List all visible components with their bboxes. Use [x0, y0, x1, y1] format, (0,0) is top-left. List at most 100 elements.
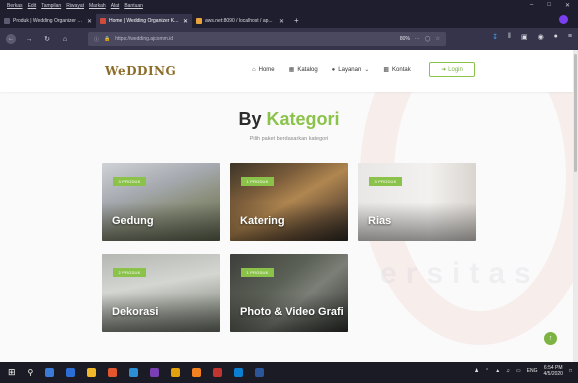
page-favicon-icon [100, 18, 106, 24]
tab-title: aws.net:8090 / localhost / ap... [205, 18, 273, 24]
browser-extension-icons: ↧ ‖ ▣ ◉ ● ≡ [492, 33, 572, 41]
scroll-to-top-button[interactable]: ↑ [544, 332, 557, 345]
product-count-badge: 3 PRODUK [113, 177, 146, 186]
product-count-badge: 1 PRODUK [241, 177, 274, 186]
page-favicon-icon [4, 18, 10, 24]
category-name: Rias [368, 215, 392, 227]
nav-home[interactable]: ⌂ Home [252, 66, 275, 73]
product-count-badge: 3 PRODUK [369, 177, 402, 186]
xampp-taskbar-icon[interactable] [171, 368, 181, 377]
battery-icon[interactable]: ▭ [516, 368, 521, 374]
phpmyadmin-favicon-icon [196, 18, 202, 24]
category-card-dekorasi[interactable]: 2 PRODUK Dekorasi [102, 254, 220, 332]
address-bar[interactable]: ⓘ 🔒 https://wedding.ajcomm.id 80% ⋯ ◯ ☆ [88, 32, 446, 46]
notification-icon[interactable]: □ [569, 368, 572, 374]
site-logo[interactable]: WeDDING [105, 64, 176, 78]
extension-icon[interactable]: ● [554, 33, 558, 41]
login-icon: ➜ [441, 67, 447, 73]
browser-tab-phpmyadmin[interactable]: aws.net:8090 / localhost / ap... ✕ [192, 14, 288, 28]
home-browser-icon[interactable]: ⌂ [60, 36, 70, 43]
tab-title: Home | Wedding Organizer K... [109, 18, 179, 24]
app-taskbar-icon[interactable] [129, 368, 139, 377]
windows-start-icon[interactable]: ⊞ [8, 367, 16, 378]
nav-layanan[interactable]: ● Layanan ⌄ [331, 66, 370, 74]
vscode-taskbar-icon[interactable] [234, 368, 244, 377]
category-card-photo-video[interactable]: 1 PRODUK Photo & Video Grafi [230, 254, 348, 332]
page-actions-icon[interactable]: ⋯ [415, 36, 420, 42]
nav-katalog[interactable]: ▦ Katalog [289, 66, 318, 74]
library-icon[interactable]: ‖ [508, 33, 511, 41]
nav-home-label: Home [258, 66, 275, 73]
word-taskbar-icon[interactable] [255, 368, 265, 377]
browser-tab-home[interactable]: Home | Wedding Organizer K... ✕ [96, 14, 192, 28]
close-tab-icon[interactable]: ✕ [87, 18, 92, 25]
close-tab-icon[interactable]: ✕ [183, 18, 188, 25]
browser-profile-icon[interactable] [559, 15, 568, 24]
section-title-prefix: By [238, 109, 262, 129]
users-icon: ● [331, 66, 336, 73]
zoom-level[interactable]: 80% [400, 36, 410, 42]
category-card-rias[interactable]: 3 PRODUK Rias [358, 163, 476, 241]
new-tab-button[interactable]: + [288, 14, 305, 28]
office-taskbar-icon[interactable] [213, 368, 223, 377]
forward-arrow-icon[interactable]: → [24, 36, 34, 43]
section-subtitle: Pilih paket berdasarkan kategori [249, 136, 329, 142]
folder-taskbar-icon[interactable] [87, 368, 97, 377]
page-scrollbar[interactable] [573, 50, 578, 362]
firefox-taskbar-icon[interactable] [108, 368, 118, 377]
pocket-icon[interactable]: ◯ [425, 36, 431, 42]
visual-studio-taskbar-icon[interactable] [150, 368, 160, 377]
contact-icon: ▩ [383, 67, 390, 73]
nav-kontak[interactable]: ▩ Kontak [383, 66, 411, 74]
scrollbar-thumb[interactable] [574, 54, 577, 172]
language-indicator[interactable]: ENG [527, 368, 538, 374]
site-header: WeDDING ⌂ Home ▦ Katalog ● Layanan ⌄ ▩ K… [0, 50, 573, 92]
back-arrow-icon[interactable]: ← [6, 34, 16, 44]
nav-kontak-label: Kontak [392, 66, 411, 73]
reload-icon[interactable]: ↻ [42, 35, 52, 43]
category-card-gedung[interactable]: 3 PRODUK Gedung [102, 163, 220, 241]
sidebar-icon[interactable]: ▣ [521, 33, 528, 41]
arrow-up-icon: ↑ [548, 335, 553, 342]
site-nav: ⌂ Home ▦ Katalog ● Layanan ⌄ ▩ Kontak [252, 66, 411, 74]
clock[interactable]: 6:54 PM 4/5/2020 [544, 365, 563, 377]
tab-bar: Produk | Wedding Organizer Kabu... ✕ Hom… [0, 12, 578, 28]
menu-bantuan[interactable]: Bantuan [124, 3, 143, 9]
edge-taskbar-icon[interactable] [66, 368, 76, 377]
menu-edit[interactable]: Edit [28, 3, 37, 9]
clock-date: 4/5/2020 [543, 371, 563, 377]
menu-berkas[interactable]: Berkas [7, 3, 23, 9]
people-icon[interactable]: ♟ [475, 368, 479, 374]
menu-riwayat[interactable]: Riwayat [66, 3, 84, 9]
lock-icon: 🔒 [104, 36, 111, 42]
window-controls: – □ ✕ [530, 2, 570, 9]
close-tab-icon[interactable]: ✕ [279, 18, 284, 25]
maximize-icon[interactable]: □ [547, 2, 551, 9]
show-hidden-icons-chevron-up-icon[interactable]: ⌃ [485, 368, 489, 374]
network-icon[interactable]: ▲ [495, 368, 500, 374]
section-title: By Kategori [0, 109, 578, 130]
url-text[interactable]: https://wedding.ajcomm.id [115, 36, 395, 42]
watermark-text: ersitas [380, 257, 540, 290]
system-tray: ♟ ⌃ ▲ ♫ ▭ ENG 6:54 PM 4/5/2020 □ [475, 365, 572, 377]
volume-icon[interactable]: ♫ [506, 368, 510, 374]
category-card-katering[interactable]: 1 PRODUK Katering [230, 163, 348, 241]
minimize-icon[interactable]: – [530, 2, 533, 9]
menu-tampilan[interactable]: Tampilan [41, 3, 61, 9]
search-icon[interactable]: ⚲ [28, 368, 34, 377]
login-button[interactable]: ➜ Login [429, 62, 475, 77]
chevron-down-icon: ⌄ [364, 67, 370, 73]
menu-alat[interactable]: Alat [111, 3, 120, 9]
info-icon[interactable]: ⓘ [94, 36, 99, 43]
account-icon[interactable]: ◉ [538, 33, 544, 41]
product-count-badge: 1 PRODUK [241, 268, 274, 277]
menu-markah[interactable]: Markah [89, 3, 106, 9]
browser-tab-produk[interactable]: Produk | Wedding Organizer Kabu... ✕ [0, 14, 96, 28]
browser-taskbar-icon[interactable] [45, 368, 55, 377]
sublime-taskbar-icon[interactable] [192, 368, 202, 377]
bookmark-star-icon[interactable]: ☆ [436, 36, 440, 42]
web-page: ersitas WeDDING ⌂ Home ▦ Katalog ● Layan… [0, 50, 578, 362]
menu-hamburger-icon[interactable]: ≡ [568, 33, 572, 41]
download-icon[interactable]: ↧ [492, 33, 498, 41]
close-window-icon[interactable]: ✕ [565, 2, 570, 9]
